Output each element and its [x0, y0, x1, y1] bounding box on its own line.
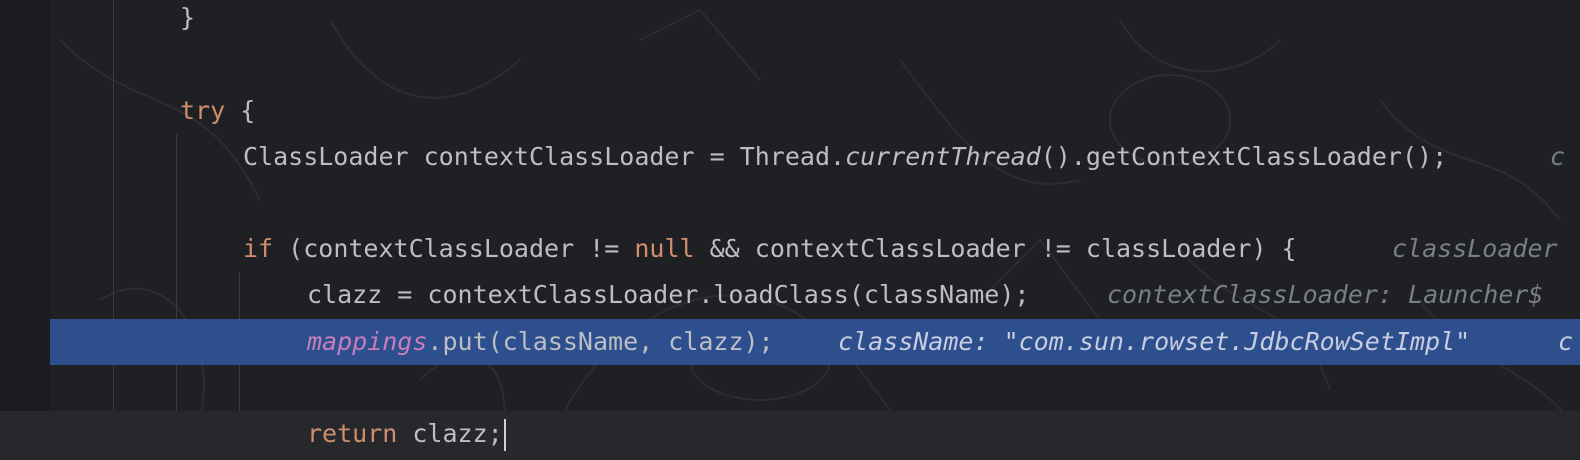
keyword-if: if [243, 234, 274, 263]
code-text: ().getContextClassLoader(); [1040, 142, 1448, 171]
code-text: clazz = contextClassLoader.loadClass(cla… [307, 280, 1030, 309]
keyword-return: return [307, 419, 398, 448]
code-line[interactable]: clazz = contextClassLoader.loadClass(cla… [0, 272, 1580, 318]
code-text: && contextClassLoader != classLoader) { [694, 234, 1297, 263]
keyword-null: null [634, 234, 695, 263]
code-line[interactable]: try { [0, 88, 1580, 134]
inline-debug-hint: c [1558, 327, 1574, 356]
code-text: clazz; [397, 419, 503, 448]
keyword-try: try [180, 96, 226, 125]
code-line[interactable]: ClassLoader contextClassLoader = Thread.… [0, 134, 1580, 180]
code-text: (contextClassLoader != [273, 234, 635, 263]
inline-debug-hint: c [1550, 142, 1566, 171]
code-text: .put(className, clazz); [427, 327, 774, 356]
inline-debug-hint: classLoader [1392, 234, 1558, 263]
code-line[interactable]: return clazz; [0, 411, 1580, 457]
text-caret [503, 419, 506, 451]
code-text: ClassLoader contextClassLoader = Thread. [243, 142, 846, 171]
code-line[interactable]: } [0, 0, 1580, 41]
inline-debug-hint: contextClassLoader: Launcher$ [1107, 280, 1544, 309]
static-method-call: currentThread [845, 142, 1041, 171]
code-editor[interactable]: } try { ClassLoader contextClassLoader =… [0, 0, 1580, 460]
field-mappings: mappings [307, 327, 428, 356]
inline-debug-hint: className: "com.sun.rowset.JdbcRowSetImp… [838, 327, 1471, 356]
open-brace: { [225, 96, 256, 125]
current-execution-line[interactable]: mappings.put(className, clazz); classNam… [50, 319, 1580, 365]
closing-brace: } [180, 3, 196, 32]
code-line[interactable]: if (contextClassLoader != null && contex… [0, 226, 1580, 272]
